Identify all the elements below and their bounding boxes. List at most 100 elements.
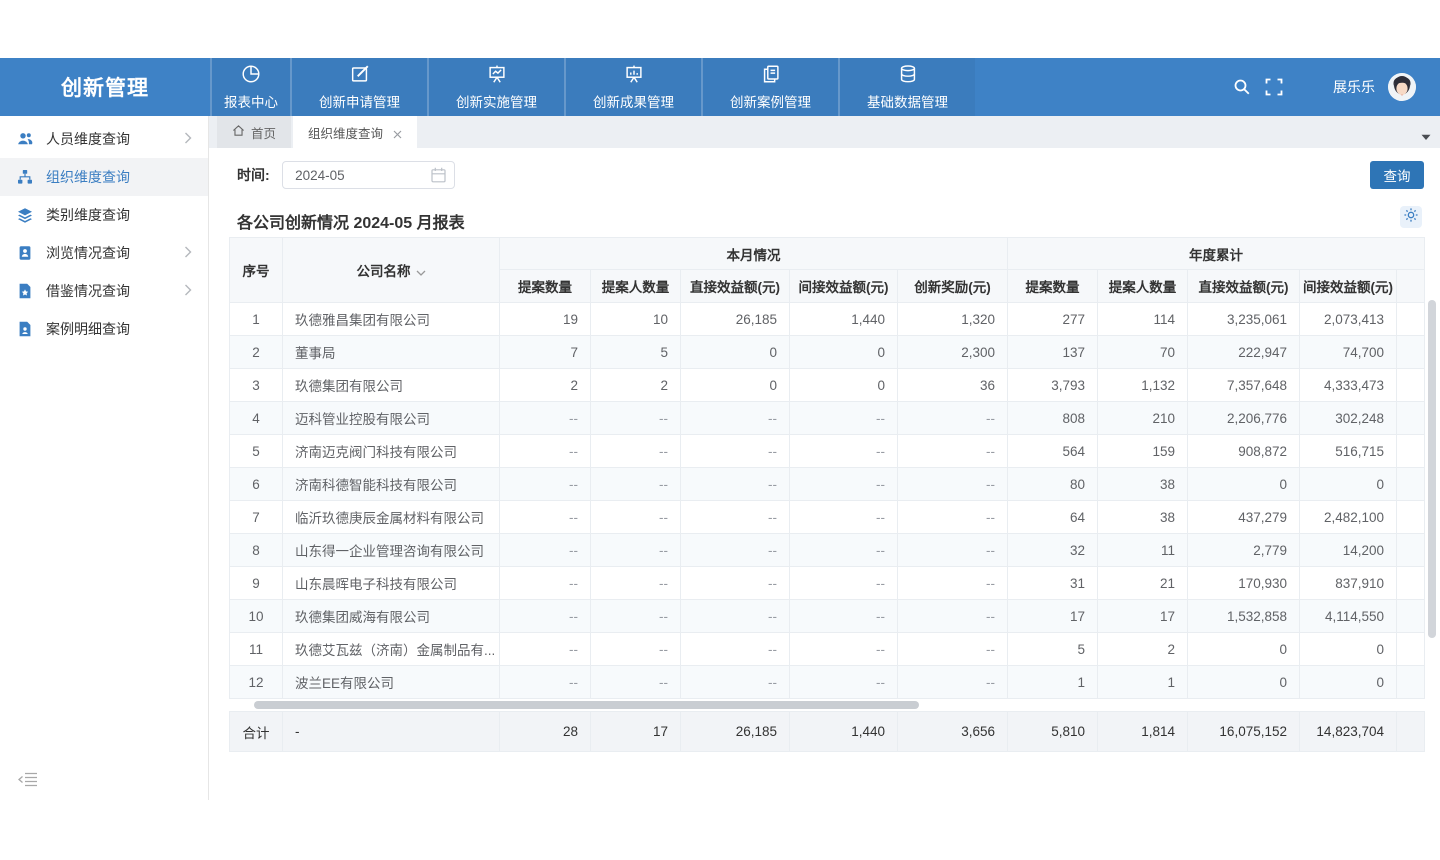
nav-item-label: 创新成果管理 [593, 91, 674, 111]
doc-person-icon [17, 321, 33, 337]
cell-num: -- [681, 435, 790, 468]
cell-num: 17 [1008, 600, 1098, 633]
cell-num: 2,779 [1188, 534, 1300, 567]
sidebar-item-reference-status[interactable]: 借鉴情况查询 [0, 272, 208, 310]
cell-num: -- [591, 534, 681, 567]
cell-num: 0 [1300, 666, 1397, 699]
totals-row: 合计 - 28 17 26,185 1,440 3,656 5,810 1,81… [230, 712, 1425, 752]
sidebar-collapse-icon[interactable] [18, 772, 38, 788]
cell-pad [1397, 336, 1425, 369]
nav-item-innovation-cases[interactable]: 创新案例管理 [701, 58, 838, 116]
cell-num: -- [500, 666, 591, 699]
nav-item-report-center[interactable]: 报表中心 [210, 58, 290, 116]
col-group-year: 年度累计 [1008, 238, 1425, 270]
col-month-direct-benefit: 直接效益额(元) [681, 270, 790, 303]
cell-idx: 10 [230, 600, 283, 633]
chevron-right-icon [184, 283, 192, 299]
cell-pad [1397, 567, 1425, 600]
table-row: 9山东晨晖电子科技有限公司----------3121170,930837,91… [230, 567, 1425, 600]
cell-idx: 11 [230, 633, 283, 666]
totals-cell: 3,656 [898, 712, 1008, 752]
layers-icon [17, 207, 33, 223]
nav-item-label: 创新案例管理 [730, 91, 811, 111]
cell-num: 26,185 [681, 303, 790, 336]
query-button[interactable]: 查询 [1370, 161, 1424, 189]
nav-item-innovation-apply[interactable]: 创新申请管理 [290, 58, 427, 116]
cell-num: -- [790, 567, 898, 600]
cell-num: 5 [1008, 633, 1098, 666]
cell-pad [1397, 468, 1425, 501]
cell-num: 808 [1008, 402, 1098, 435]
cell-num: 3,235,061 [1188, 303, 1300, 336]
cell-num: 0 [681, 336, 790, 369]
table-settings-button[interactable] [1400, 206, 1422, 228]
cell-num: -- [500, 468, 591, 501]
cell-num: -- [591, 501, 681, 534]
cell-num: 7 [500, 336, 591, 369]
cell-num: -- [898, 567, 1008, 600]
cell-pad [1397, 435, 1425, 468]
cell-num: 1,532,858 [1188, 600, 1300, 633]
sidebar-item-person-dimension[interactable]: 人员维度查询 [0, 120, 208, 158]
sidebar-item-case-detail[interactable]: 案例明细查询 [0, 310, 208, 348]
avatar[interactable] [1388, 73, 1416, 101]
tab-label: 首页 [251, 123, 276, 142]
col-month-proposals: 提案数量 [500, 270, 591, 303]
cell-name: 济南迈克阀门科技有限公司 [283, 435, 500, 468]
cell-num: 4,333,473 [1300, 369, 1397, 402]
cell-num: 908,872 [1188, 435, 1300, 468]
fullscreen-icon[interactable] [1265, 78, 1283, 96]
cell-num: 437,279 [1188, 501, 1300, 534]
col-company[interactable]: 公司名称 [283, 238, 500, 303]
database-icon [897, 63, 919, 91]
cell-num: -- [591, 666, 681, 699]
cell-num: -- [681, 666, 790, 699]
tab-org-dimension[interactable]: 组织维度查询 [293, 116, 417, 148]
date-picker [282, 161, 455, 189]
cell-pad [1397, 501, 1425, 534]
top-bar: 创新管理 报表中心 创新申请管理 创新实施管理 [0, 58, 1440, 116]
cell-name: 玖德集团威海有限公司 [283, 600, 500, 633]
cell-num: -- [898, 534, 1008, 567]
cell-num: 2,206,776 [1188, 402, 1300, 435]
cell-num: 0 [1188, 468, 1300, 501]
tabs-dropdown-icon[interactable] [1421, 128, 1431, 146]
user-name[interactable]: 展乐乐 [1333, 77, 1375, 97]
cell-num: 80 [1008, 468, 1098, 501]
cell-num: -- [591, 435, 681, 468]
calendar-icon[interactable] [431, 167, 446, 188]
cell-num: 1 [1008, 666, 1098, 699]
cell-pad [1397, 303, 1425, 336]
main-area: 首页 组织维度查询 时间: [209, 116, 1440, 800]
search-icon[interactable] [1233, 78, 1251, 96]
cell-num: 0 [1188, 666, 1300, 699]
cell-num: 516,715 [1300, 435, 1397, 468]
vertical-scrollbar[interactable] [1428, 300, 1436, 638]
time-input[interactable] [282, 161, 455, 189]
app-logo: 创新管理 [0, 58, 210, 116]
col-year-indirect-benefit: 间接效益额(元) [1300, 270, 1397, 303]
cell-pad [1397, 633, 1425, 666]
totals-company: - [283, 712, 500, 752]
sidebar-item-org-dimension[interactable]: 组织维度查询 [0, 158, 208, 196]
nav-item-base-data[interactable]: 基础数据管理 [838, 58, 975, 116]
cell-num: 38 [1098, 468, 1188, 501]
cell-num: -- [500, 534, 591, 567]
nav-item-innovation-implement[interactable]: 创新实施管理 [427, 58, 564, 116]
cell-num: -- [500, 435, 591, 468]
cell-num: -- [790, 435, 898, 468]
tab-home[interactable]: 首页 [217, 116, 291, 148]
cell-num: -- [898, 633, 1008, 666]
cell-num: 0 [681, 369, 790, 402]
close-icon[interactable] [393, 128, 402, 137]
nav-item-innovation-results[interactable]: 创新成果管理 [564, 58, 701, 116]
cell-num: 2,482,100 [1300, 501, 1397, 534]
sidebar-item-browse-status[interactable]: 浏览情况查询 [0, 234, 208, 272]
horizontal-scrollbar[interactable] [254, 701, 919, 709]
sidebar-item-category-dimension[interactable]: 类别维度查询 [0, 196, 208, 234]
cell-num: 159 [1098, 435, 1188, 468]
cell-num: 0 [1300, 633, 1397, 666]
cell-num: 277 [1008, 303, 1098, 336]
cell-num: 64 [1008, 501, 1098, 534]
cell-num: 0 [1188, 633, 1300, 666]
